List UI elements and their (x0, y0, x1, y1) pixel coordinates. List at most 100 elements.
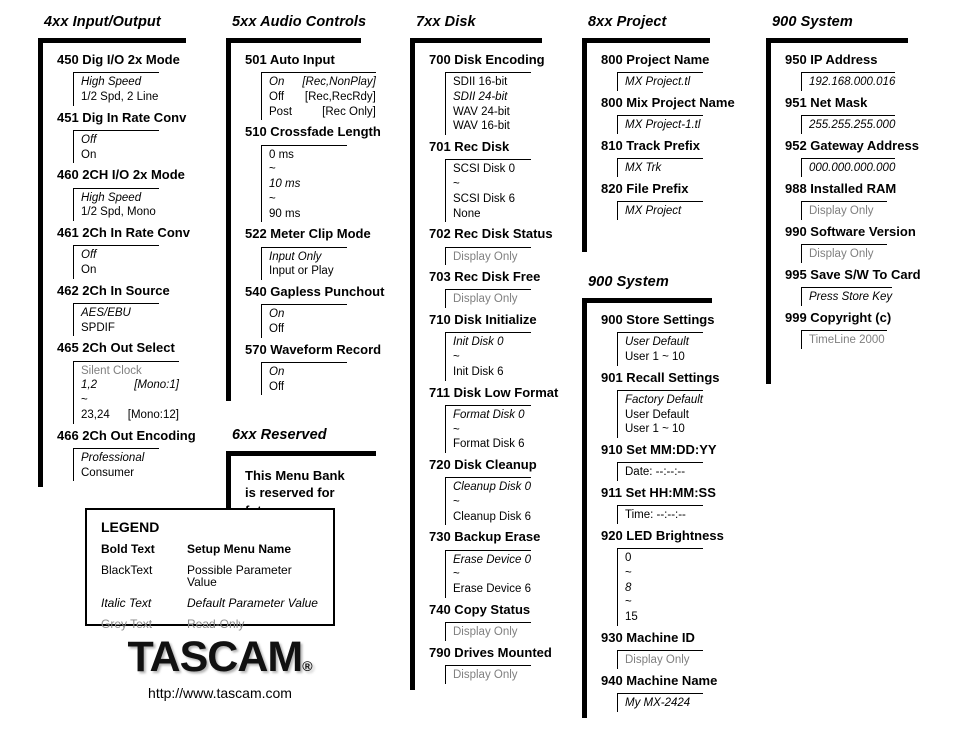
parameter-value: 0 ms (269, 148, 294, 161)
parameter-value: User 1 ~ 10 (625, 350, 685, 363)
legend-key: BlackText (101, 563, 153, 577)
parameter-value: 90 ms (269, 207, 301, 220)
brand-footer: TASCAM® http://www.tascam.com (100, 636, 340, 702)
menu-entry[interactable]: 920 LED Brightness 0 ~8 ~15 (587, 528, 730, 626)
menu-entry-name: 940 Machine Name (601, 672, 718, 688)
bank-title: 6xx Reserved (232, 427, 327, 444)
bank-entry-list: 450 Dig I/O 2x Mode High Speed 1/2 Spd, 2 … (43, 52, 216, 482)
menu-entry-name: 995 Save S/W To Card (785, 266, 921, 282)
parameter-value: ~ (453, 351, 460, 364)
parameter-value: Off (81, 133, 97, 146)
menu-entry[interactable]: 702 Rec Disk Status Display Only (415, 226, 560, 266)
menu-entry-name: 901 Recall Settings (601, 369, 720, 385)
menu-entry[interactable]: 451 Dig In Rate Conv Off On (43, 110, 216, 164)
bank-entry-list: 800 Project Name MX Project.tl 800 Mix Pro… (587, 52, 735, 220)
menu-entry[interactable]: 911 Set HH:MM:SS Time: --:--:-- (587, 485, 730, 525)
menu-entry[interactable]: 800 Project Name MX Project.tl (587, 52, 730, 91)
legend-desc: Setup Menu Name (187, 542, 292, 556)
parameter-value: MX Project.tl (625, 76, 691, 89)
menu-entry[interactable]: 999 Copyright (c) TimeLine 2000 (771, 310, 922, 349)
menu-entry[interactable]: 462 2Ch In Source AES/EBU SPDIF (43, 283, 216, 337)
legend-key: Bold Text (101, 542, 155, 556)
parameter-value: Format Disk 0 (453, 408, 525, 421)
reserved-message-line: This Menu Bank (245, 468, 345, 484)
parameter-value: High Speed (81, 76, 142, 89)
parameter-value: Off (269, 322, 285, 335)
menu-entry[interactable]: 711 Disk Low Format Format Disk 0 ~ Format … (415, 385, 560, 453)
menu-entry[interactable]: 740 Copy Status Display Only (415, 602, 560, 641)
menu-entry[interactable]: 466 2Ch Out Encoding Professional Consumer (43, 428, 216, 482)
menu-entry[interactable]: 700 Disk Encoding SDII 16-bit SDII 24-bit W… (415, 52, 560, 136)
menu-entry-name: 701 Rec Disk (429, 139, 510, 155)
menu-entry[interactable]: 930 Machine ID Display Only (587, 630, 730, 669)
menu-entry[interactable]: 703 Rec Disk Free Display Only (415, 269, 560, 309)
parameter-value: MX Project-1.tl (625, 119, 701, 132)
parameter-value-pair: On [Rec,NonPlay] (269, 75, 376, 90)
parameter-value-list: Display Only (445, 622, 531, 641)
column-4xx: 4xx Input/Output 450 Dig I/O 2x Mode High… (38, 14, 216, 488)
bank-body: 450 Dig I/O 2x Mode High Speed 1/2 Spd, 2 … (38, 38, 216, 488)
menu-entry[interactable]: 950 IP Address 192.168.000.016 (771, 52, 922, 91)
tascam-logo: TASCAM® (100, 636, 340, 679)
menu-entry[interactable]: 901 Recall Settings Factory Default User D… (587, 369, 730, 439)
menu-entry[interactable]: 501 Auto Input On [Rec,NonPlay] Off [Rec,Rec… (231, 52, 386, 121)
menu-entry[interactable]: 730 Backup Erase Erase Device 0 ~ Erase Dev… (415, 529, 560, 598)
menu-entry[interactable]: 995 Save S/W To Card Press Store Key (771, 267, 922, 306)
bank-title: 4xx Input/Output (44, 14, 161, 30)
parameter-value: SCSI Disk 6 (453, 192, 515, 205)
menu-entry[interactable]: 510 Crossfade Length 0 ms ~10 ms ~90 ms (231, 124, 386, 223)
menu-entry-name: 820 File Prefix (601, 180, 689, 196)
menu-entry[interactable]: 810 Track Prefix MX Trk (587, 138, 730, 177)
menu-entry[interactable]: 990 Software Version Display Only (771, 224, 922, 263)
parameter-value-note: [Mono:1] (134, 379, 179, 392)
menu-entry[interactable]: 701 Rec Disk SCSI Disk 0 ~ SCSI Disk 6 None (415, 139, 560, 223)
menu-entry[interactable]: 800 Mix Project Name MX Project-1.tl (587, 95, 735, 134)
parameter-value: Display Only (625, 654, 690, 667)
parameter-value-list: High Speed 1/2 Spd, Mono (73, 187, 159, 222)
parameter-value: Input or Play (269, 265, 334, 278)
menu-entry-name: 950 IP Address (785, 52, 878, 67)
menu-entry-name: 999 Copyright (c) (785, 309, 892, 325)
menu-entry[interactable]: 952 Gateway Address 000.000.000.000 (771, 138, 922, 177)
menu-entry[interactable]: 940 Machine Name My MX-2424 (587, 673, 730, 712)
menu-entry-name: 540 Gapless Punchout (245, 283, 385, 299)
parameter-value: 255.255.255.000 (809, 119, 896, 132)
menu-entry[interactable]: 790 Drives Mounted Display Only (415, 645, 560, 684)
parameter-value-list: Date: --:--:-- (617, 462, 703, 482)
parameter-value-list: Time: --:--:-- (617, 505, 703, 525)
website-url[interactable]: http://www.tascam.com (100, 685, 340, 701)
menu-entry[interactable]: 461 2Ch In Rate Conv Off On (43, 225, 216, 279)
parameter-value: User Default (625, 408, 689, 421)
menu-entry[interactable]: 900 Store Settings User Default User 1 ~ 1… (587, 312, 730, 366)
menu-entry[interactable]: 988 Installed RAM Display Only (771, 181, 922, 220)
menu-entry-name: 465 2Ch Out Select (57, 340, 175, 356)
menu-entry[interactable]: 720 Disk Cleanup Cleanup Disk 0 ~ Cleanup D… (415, 457, 560, 526)
menu-entry[interactable]: 465 2Ch Out Select Silent Clock 1,2 [Mono:1… (43, 340, 216, 424)
menu-entry[interactable]: 820 File Prefix MX Project (587, 181, 730, 220)
parameter-value: User Default (625, 336, 689, 349)
parameter-value: 8 (625, 581, 632, 594)
parameter-value: Press Store Key (809, 291, 893, 304)
parameter-value: Off (81, 249, 97, 262)
tascam-wordmark: TASCAM (127, 633, 303, 681)
parameter-value: ~ (269, 163, 276, 176)
menu-entry[interactable]: 540 Gapless Punchout On Off (231, 284, 386, 338)
legend-title: LEGEND (101, 519, 160, 535)
menu-entry[interactable]: 450 Dig I/O 2x Mode High Speed 1/2 Spd, 2 … (43, 52, 216, 106)
menu-entry[interactable]: 910 Set MM:DD:YY Date: --:--:-- (587, 442, 730, 482)
parameter-value-list: Init Disk 0 ~ Init Disk 6 (445, 332, 531, 381)
bank-entry-list: 700 Disk Encoding SDII 16-bit SDII 24-bit W… (415, 52, 560, 684)
menu-entry[interactable]: 570 Waveform Record On Off (231, 342, 386, 396)
menu-entry[interactable]: 460 2CH I/O 2x Mode High Speed 1/2 Spd, Mo… (43, 167, 216, 222)
menu-entry[interactable]: 951 Net Mask 255.255.255.000 (771, 95, 922, 134)
bank-entry-list: 501 Auto Input On [Rec,NonPlay] Off [Rec,Rec… (231, 52, 386, 396)
parameter-value-list: Press Store Key (801, 287, 893, 306)
parameter-value-list: Input Only Input or Play (261, 246, 347, 280)
menu-entry[interactable]: 710 Disk Initialize Init Disk 0 ~ Init Disk… (415, 312, 560, 381)
menu-entry[interactable]: 522 Meter Clip Mode Input Only Input or Pl… (231, 226, 386, 280)
legend-desc: Default Parameter Value (187, 596, 318, 610)
parameter-value-list: Display Only (801, 244, 887, 263)
parameter-value: MX Trk (625, 162, 662, 175)
menu-entry-name: 920 LED Brightness (601, 528, 724, 544)
parameter-value-list: MX Project-1.tl (617, 115, 703, 134)
